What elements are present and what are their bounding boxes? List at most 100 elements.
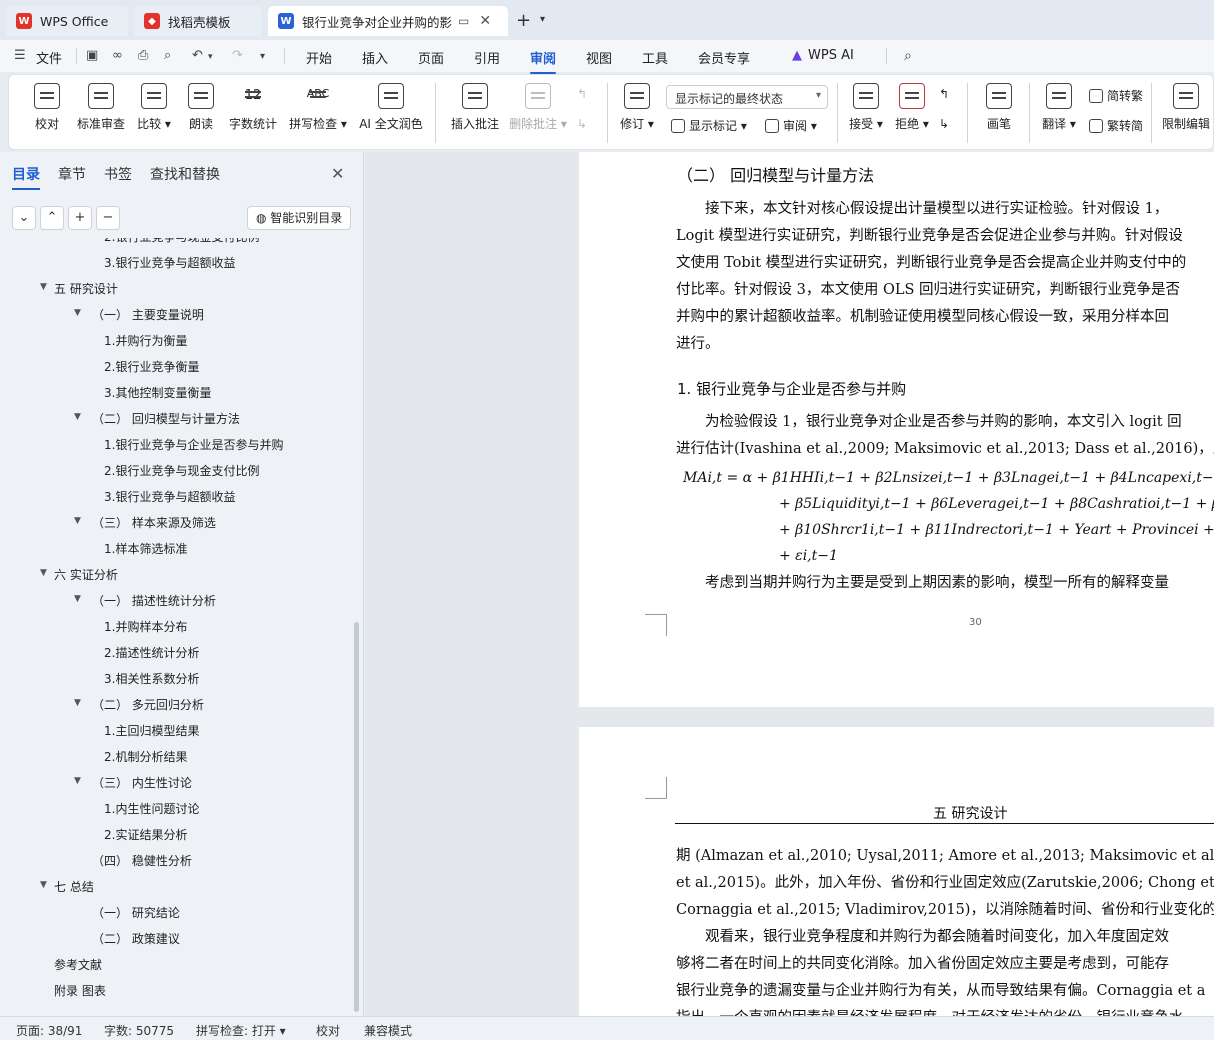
toc-item[interactable]: 2.银行业竞争与现金支付比例 <box>104 238 259 245</box>
toc-item[interactable]: 1.并购行为衡量 <box>104 332 187 349</box>
toc-item[interactable]: 3.银行业竞争与超额收益 <box>104 488 235 505</box>
redo-icon[interactable]: ↷ <box>232 48 243 63</box>
spell-check-button[interactable]: ABC 拼写检查 ▾ <box>287 83 349 132</box>
standard-review-button[interactable]: 标准审查 <box>73 83 129 132</box>
link-icon[interactable]: ∞ <box>112 48 123 63</box>
expand-arrow-icon[interactable]: ▼ <box>74 412 81 422</box>
add-heading-button[interactable]: + <box>68 206 92 230</box>
toc-item[interactable]: （一） 描述性统计分析 <box>92 592 216 609</box>
review-pane-button[interactable]: 审阅 ▾ <box>765 117 817 134</box>
hamburger-menu-icon[interactable]: ☰ <box>14 48 26 63</box>
tab-wps-office[interactable]: W WPS Office <box>6 6 128 36</box>
toc-item[interactable]: （一） 主要变量说明 <box>92 306 204 323</box>
insert-comment-button[interactable]: 插入批注 <box>447 83 503 132</box>
toc-item[interactable]: 2.描述性统计分析 <box>104 644 199 661</box>
menu-file[interactable]: 文件 <box>36 48 62 67</box>
expand-arrow-icon[interactable]: ▼ <box>74 308 81 318</box>
read-aloud-button[interactable]: 朗读 <box>183 83 219 132</box>
menu-page[interactable]: 页面 <box>418 48 444 67</box>
menu-home[interactable]: 开始 <box>306 48 332 67</box>
nav-tab-bookmarks[interactable]: 书签 <box>104 164 132 184</box>
nav-tab-find-replace[interactable]: 查找和替换 <box>150 164 220 184</box>
toc-item[interactable]: 1.样本筛选标准 <box>104 540 187 557</box>
nav-tab-toc[interactable]: 目录 <box>12 164 40 190</box>
toc-item[interactable]: 五 研究设计 <box>54 280 118 297</box>
undo-dropdown-icon[interactable]: ▾ <box>208 52 213 62</box>
translate-button[interactable]: 翻译 ▾ <box>1039 83 1079 132</box>
word-count-button[interactable]: 12 字数统计 <box>225 83 281 132</box>
collapse-up-button[interactable]: ⌃ <box>40 206 64 230</box>
toc-item[interactable]: 2.银行业竞争与现金支付比例 <box>104 462 259 479</box>
expand-arrow-icon[interactable]: ▼ <box>74 516 81 526</box>
menu-tools[interactable]: 工具 <box>642 48 668 67</box>
search-icon[interactable]: ⌕ <box>904 48 912 64</box>
toc-item[interactable]: 附录 图表 <box>54 982 106 999</box>
expand-arrow-icon[interactable]: ▼ <box>40 282 47 292</box>
toc-item[interactable]: 3.银行业竞争与超额收益 <box>104 254 235 271</box>
toc-scrollbar[interactable] <box>354 622 359 1012</box>
word-count-indicator[interactable]: 字数: 50775 <box>104 1022 174 1039</box>
expand-arrow-icon[interactable]: ▼ <box>74 594 81 604</box>
remove-heading-button[interactable]: − <box>96 206 120 230</box>
toc-item[interactable]: （三） 样本来源及筛选 <box>92 514 216 531</box>
simplified-to-traditional-button[interactable]: 简转繁 <box>1089 87 1143 104</box>
toc-item[interactable]: 1.并购样本分布 <box>104 618 187 635</box>
tab-docer-templates[interactable]: ◆ 找稻壳模板 <box>134 6 262 36</box>
spell-check-status[interactable]: 拼写检查: 打开 ▾ <box>196 1022 286 1039</box>
pen-button[interactable]: 画笔 <box>983 83 1015 132</box>
markup-display-select[interactable]: 显示标记的最终状态 ▾ <box>666 85 828 109</box>
page-indicator[interactable]: 页面: 38/91 <box>16 1022 82 1039</box>
expand-arrow-icon[interactable]: ▼ <box>40 568 47 578</box>
wps-ai-button[interactable]: ▲ WPS AI <box>792 48 854 63</box>
tab-current-document[interactable]: W 银行业竞争对企业并购的影响 ▭ ✕ <box>268 6 508 36</box>
expand-arrow-icon[interactable]: ▼ <box>74 776 81 786</box>
restrict-editing-button[interactable]: 限制编辑 <box>1159 83 1213 132</box>
expand-arrow-icon[interactable]: ▼ <box>74 698 81 708</box>
chevron-down-icon[interactable]: ▾ <box>540 14 545 25</box>
nav-tab-chapters[interactable]: 章节 <box>58 164 86 184</box>
toc-item[interactable]: 1.主回归模型结果 <box>104 722 199 739</box>
undo-icon[interactable]: ↶ <box>192 48 203 63</box>
ai-polish-button[interactable]: AI 全文润色 <box>355 83 427 132</box>
menu-view[interactable]: 视图 <box>586 48 612 67</box>
more-chevron-icon[interactable]: ▾ <box>260 51 265 62</box>
save-icon[interactable]: ▣ <box>86 48 98 63</box>
toc-item[interactable]: 参考文献 <box>54 956 102 973</box>
toc-item[interactable]: （一） 研究结论 <box>92 904 180 921</box>
previous-change-icon[interactable]: ↰ <box>939 87 949 101</box>
print-preview-icon[interactable]: ⌕ <box>164 48 171 63</box>
track-changes-button[interactable]: 修订 ▾ <box>617 83 657 132</box>
close-icon[interactable]: ✕ <box>479 13 491 29</box>
menu-references[interactable]: 引用 <box>474 48 500 67</box>
show-markup-button[interactable]: 显示标记 ▾ <box>671 117 747 134</box>
menu-insert[interactable]: 插入 <box>362 48 388 67</box>
toc-item[interactable]: 1.银行业竞争与企业是否参与并购 <box>104 436 283 453</box>
reject-button[interactable]: 拒绝 ▾ <box>893 83 931 132</box>
toc-item[interactable]: （二） 回归模型与计量方法 <box>92 410 240 427</box>
toc-item[interactable]: （四） 稳健性分析 <box>92 852 192 869</box>
smart-toc-button[interactable]: ◍ 智能识别目录 <box>247 206 351 230</box>
new-tab-plus-icon[interactable]: + <box>516 10 531 31</box>
toc-item[interactable]: 2.银行业竞争衡量 <box>104 358 199 375</box>
toc-item[interactable]: 3.其他控制变量衡量 <box>104 384 211 401</box>
toc-item[interactable]: （三） 内生性讨论 <box>92 774 192 791</box>
expand-arrow-icon[interactable]: ▼ <box>40 880 47 890</box>
toc-item[interactable]: （二） 多元回归分析 <box>92 696 204 713</box>
close-icon[interactable]: ✕ <box>331 164 344 183</box>
menu-review[interactable]: 审阅 <box>530 48 557 74</box>
proofread-status[interactable]: 校对 <box>316 1022 340 1039</box>
collapse-down-button[interactable]: ⌄ <box>12 206 36 230</box>
toc-item[interactable]: 2.机制分析结果 <box>104 748 187 765</box>
compare-button[interactable]: 比较 ▾ <box>133 83 175 132</box>
toc-item[interactable]: 2.实证结果分析 <box>104 826 187 843</box>
toc-item[interactable]: 六 实证分析 <box>54 566 118 583</box>
next-comment-icon[interactable]: ↳ <box>577 117 587 131</box>
next-change-icon[interactable]: ↳ <box>939 117 949 131</box>
menu-membership[interactable]: 会员专享 <box>698 48 750 67</box>
toc-item[interactable]: （二） 政策建议 <box>92 930 180 947</box>
toc-item[interactable]: 1.内生性问题讨论 <box>104 800 199 817</box>
previous-comment-icon[interactable]: ↰ <box>577 87 587 101</box>
traditional-to-simplified-button[interactable]: 繁转简 <box>1089 117 1143 134</box>
screen-icon[interactable]: ▭ <box>458 14 469 28</box>
delete-comment-button[interactable]: 删除批注 ▾ <box>507 83 569 132</box>
